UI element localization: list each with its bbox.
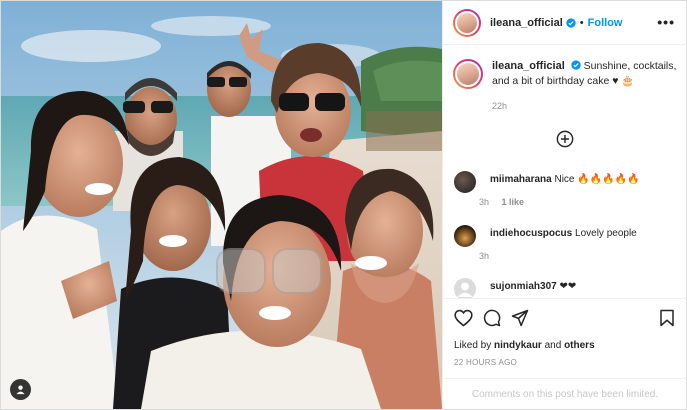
post-actions: Liked by nindykaur and others 22 HOURS A…	[443, 298, 687, 409]
add-comments-icon[interactable]	[556, 130, 574, 148]
commenter-username[interactable]: miimaharana	[490, 174, 552, 185]
post-header: ileana_official • Follow •••	[443, 1, 687, 45]
verified-badge-icon	[571, 60, 581, 70]
comment-meta: 3h	[479, 251, 499, 261]
default-avatar-icon	[457, 282, 473, 297]
group-selfie-image	[1, 1, 442, 409]
commenter-username[interactable]: sujonmiah307	[490, 281, 557, 292]
comment-body: miimaharana Nice 🔥🔥🔥🔥🔥	[490, 173, 640, 193]
comment-body: sujonmiah307 ❤❤	[490, 280, 576, 298]
comment-item: indiehocuspocus Lovely people	[454, 225, 682, 247]
verified-badge-icon	[566, 17, 576, 28]
author-username[interactable]: ileana_official	[490, 17, 563, 29]
comments-limited-notice: Comments on this post have been limited.	[443, 378, 687, 410]
post-photo[interactable]	[1, 1, 442, 409]
comment-time[interactable]: 3h	[479, 251, 489, 261]
comments-list[interactable]: ileana_official Sunshine, cocktails, and…	[443, 46, 687, 298]
caption-username[interactable]: ileana_official	[492, 60, 565, 72]
comment-time[interactable]: 3h	[479, 197, 489, 207]
tagged-user-icon	[16, 385, 25, 395]
likes-others-link[interactable]: others	[564, 340, 595, 351]
commenter-username[interactable]: indiehocuspocus	[490, 228, 572, 239]
comment-text: ❤❤	[559, 281, 577, 292]
comment-text: Lovely people	[575, 228, 637, 239]
comment-meta: 3h 1 like	[479, 197, 524, 207]
caption-text-block: ileana_official Sunshine, cocktails, and…	[492, 59, 681, 89]
comment-text: Nice 🔥🔥🔥🔥🔥	[554, 174, 640, 185]
post-timestamp[interactable]: 22 HOURS AGO	[454, 358, 517, 367]
more-options-icon[interactable]: •••	[657, 14, 675, 30]
liked-by-text: Liked by nindykaur and others	[454, 340, 595, 351]
author-avatar[interactable]	[453, 8, 481, 37]
share-icon[interactable]	[511, 309, 529, 327]
post-caption: ileana_official Sunshine, cocktails, and…	[453, 59, 681, 89]
liked-by-user[interactable]: nindykaur	[494, 340, 542, 351]
commenter-avatar[interactable]	[454, 278, 476, 298]
action-bar	[454, 309, 678, 329]
comment-item: sujonmiah307 ❤❤	[454, 278, 682, 298]
header-separator: •	[579, 16, 584, 29]
comment-icon[interactable]	[483, 309, 501, 327]
liked-by-prefix: Liked by	[454, 340, 495, 351]
comment-likes[interactable]: 1 like	[502, 197, 525, 207]
caption-time[interactable]: 22h	[492, 101, 507, 111]
bookmark-icon[interactable]	[659, 309, 675, 327]
tagged-user-button[interactable]	[10, 379, 31, 400]
follow-button[interactable]: Follow	[588, 17, 623, 29]
commenter-avatar[interactable]	[454, 225, 476, 247]
caption-avatar[interactable]	[453, 59, 483, 89]
instagram-post: ileana_official • Follow ••• ileana_offi…	[0, 0, 687, 410]
comment-body: indiehocuspocus Lovely people	[490, 227, 637, 247]
commenter-avatar[interactable]	[454, 171, 476, 193]
heart-icon[interactable]	[454, 309, 473, 327]
post-side-panel: ileana_official • Follow ••• ileana_offi…	[442, 1, 687, 409]
liked-by-middle: and	[541, 340, 565, 351]
comment-item: miimaharana Nice 🔥🔥🔥🔥🔥	[454, 171, 682, 193]
